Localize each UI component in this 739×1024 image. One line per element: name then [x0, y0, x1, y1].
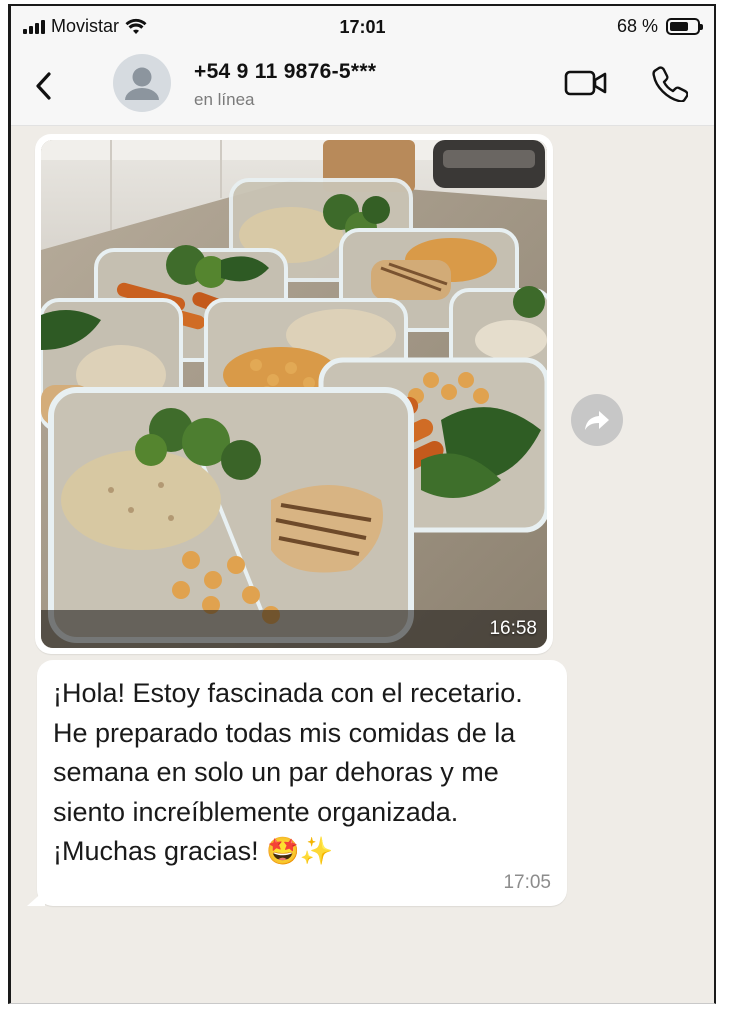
avatar[interactable] [113, 54, 171, 112]
battery-icon [666, 18, 703, 35]
forward-button[interactable] [571, 394, 623, 446]
status-time: 17:01 [339, 17, 386, 37]
contact-status: en línea [194, 90, 255, 109]
battery-fill [670, 22, 688, 31]
battery-percent: 68 % [616, 16, 658, 36]
video-call-icon[interactable] [564, 68, 608, 98]
avatar-placeholder-icon [125, 67, 159, 100]
phone-frame: Movistar 17:01 68 % +54 9 11 9876-5*** e… [8, 4, 716, 1004]
chat-header: +54 9 11 9876-5*** en línea [11, 50, 714, 126]
message-text: ¡Hola! Estoy fascinada con el recetario.… [53, 678, 523, 866]
message-timestamp: 17:05 [503, 872, 551, 893]
image-message-bubble[interactable]: 16:58 [35, 134, 553, 654]
status-bar: Movistar 17:01 68 % [11, 6, 714, 50]
contact-name[interactable]: +54 9 11 9876-5*** [194, 60, 376, 84]
text-message-bubble[interactable]: ¡Hola! Estoy fascinada con el recetario.… [37, 660, 567, 906]
status-right: 68 % [616, 16, 703, 37]
container-front-left [48, 387, 414, 643]
meal-prep-illustration [41, 140, 547, 648]
meal-prep-photo[interactable]: 16:58 [41, 140, 547, 648]
chat-area: 16:58 ¡Hola! Estoy fascinada con el rece… [11, 126, 714, 1003]
phone-icon[interactable] [650, 64, 688, 102]
forward-arrow-icon [585, 411, 609, 430]
image-timestamp: 16:58 [489, 618, 537, 639]
back-arrow-icon[interactable] [29, 66, 59, 106]
